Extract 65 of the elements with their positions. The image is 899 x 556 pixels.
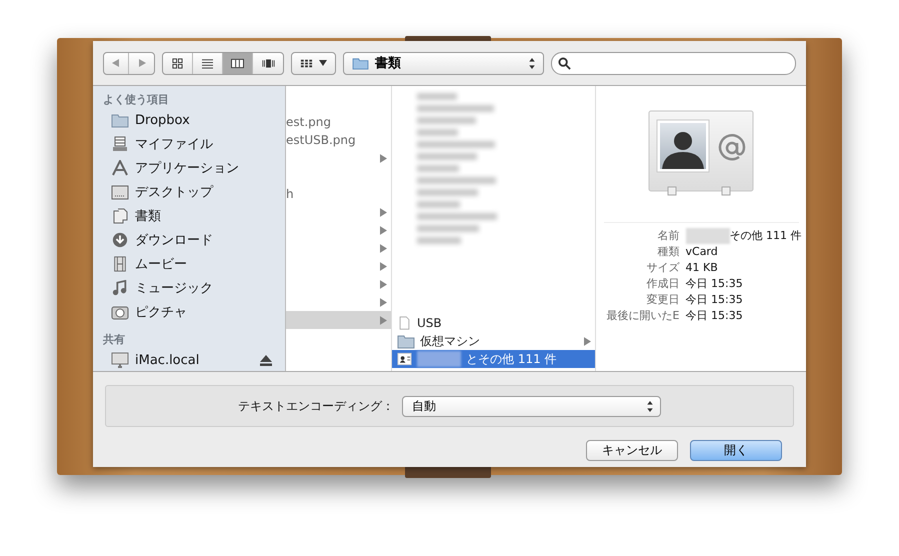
film-icon — [111, 256, 129, 272]
sidebar-item[interactable]: アプリケーション — [93, 156, 285, 180]
encoding-label: テキストエンコーディング： — [238, 398, 394, 414]
path-popup[interactable]: 書類 — [343, 52, 544, 74]
app-store-a-icon — [111, 160, 129, 176]
folder-icon — [352, 56, 369, 70]
encoding-popup[interactable]: 自動 — [402, 396, 661, 416]
sidebar-item[interactable]: Dropbox — [93, 108, 285, 132]
sidebar-item[interactable]: ダウンロード — [93, 228, 285, 252]
sidebar-item[interactable]: デスクトップ — [93, 180, 285, 204]
open-button[interactable]: 開く — [690, 440, 782, 461]
arrange-button[interactable] — [291, 52, 336, 74]
up-down-arrows-icon — [647, 400, 653, 412]
monitor-icon — [111, 352, 129, 368]
info-label: 最後に開いたE — [606, 308, 680, 324]
document-icon — [397, 316, 412, 330]
info-value: その他 111 件 — [730, 228, 802, 244]
file-row[interactable]: estUSB.png — [286, 131, 391, 149]
caret-icon — [319, 60, 327, 66]
documents-icon — [111, 208, 129, 224]
cover-flow-icon — [262, 58, 274, 68]
left-triangle-icon — [111, 58, 121, 68]
info-value: 今日 15:35 — [686, 292, 743, 308]
folder-icon — [111, 112, 129, 128]
up-down-arrows-icon — [529, 58, 535, 68]
desktop-icon — [111, 184, 129, 200]
sidebar-item[interactable]: ピクチャ — [93, 300, 285, 324]
icon-grid-icon — [171, 58, 184, 68]
info-label: サイズ — [646, 260, 680, 276]
file-row[interactable]: 仮想マシン — [392, 332, 595, 350]
info-label: 種類 — [656, 244, 680, 260]
view-mode-button[interactable] — [223, 52, 253, 74]
music-note-icon — [111, 280, 129, 296]
download-icon — [111, 232, 129, 248]
sidebar-item[interactable]: マイファイル — [93, 132, 285, 156]
right-triangle-icon — [584, 336, 591, 346]
info-value: 今日 15:35 — [686, 308, 743, 324]
sidebar-item[interactable]: ミュージック — [93, 276, 285, 300]
file-row[interactable]: とその他 111 件 — [392, 350, 595, 368]
columns-icon — [231, 58, 244, 68]
grid-icon — [300, 58, 313, 68]
info-value: 41 KB — [686, 260, 718, 276]
sidebar-item[interactable]: 書類 — [93, 204, 285, 228]
sidebar-item[interactable]: iMac.local — [93, 348, 285, 371]
info-value: 今日 15:35 — [686, 276, 743, 292]
info-label: 作成日 — [646, 276, 680, 292]
file-row[interactable]: USB — [392, 314, 595, 332]
cancel-button[interactable]: キャンセル — [586, 440, 678, 461]
file-row[interactable]: est.png — [286, 113, 391, 131]
info-label: 変更日 — [646, 292, 680, 308]
search-field[interactable] — [551, 52, 796, 74]
info-label: 名前 — [656, 228, 680, 244]
right-triangle-icon — [136, 58, 146, 68]
camera-icon — [111, 304, 129, 320]
right-triangle-icon — [380, 154, 387, 162]
search-icon — [558, 56, 571, 70]
file-row[interactable]: h — [286, 185, 391, 203]
list-icon — [201, 58, 214, 68]
sidebar-item[interactable]: ムービー — [93, 252, 285, 276]
section-header: 共有 — [102, 332, 126, 348]
section-header: よく使う項目 — [102, 92, 170, 108]
contact-card-icon — [397, 352, 412, 366]
eject-icon[interactable] — [260, 354, 272, 366]
info-value: vCard — [686, 244, 718, 260]
file-stack-icon — [111, 136, 129, 152]
